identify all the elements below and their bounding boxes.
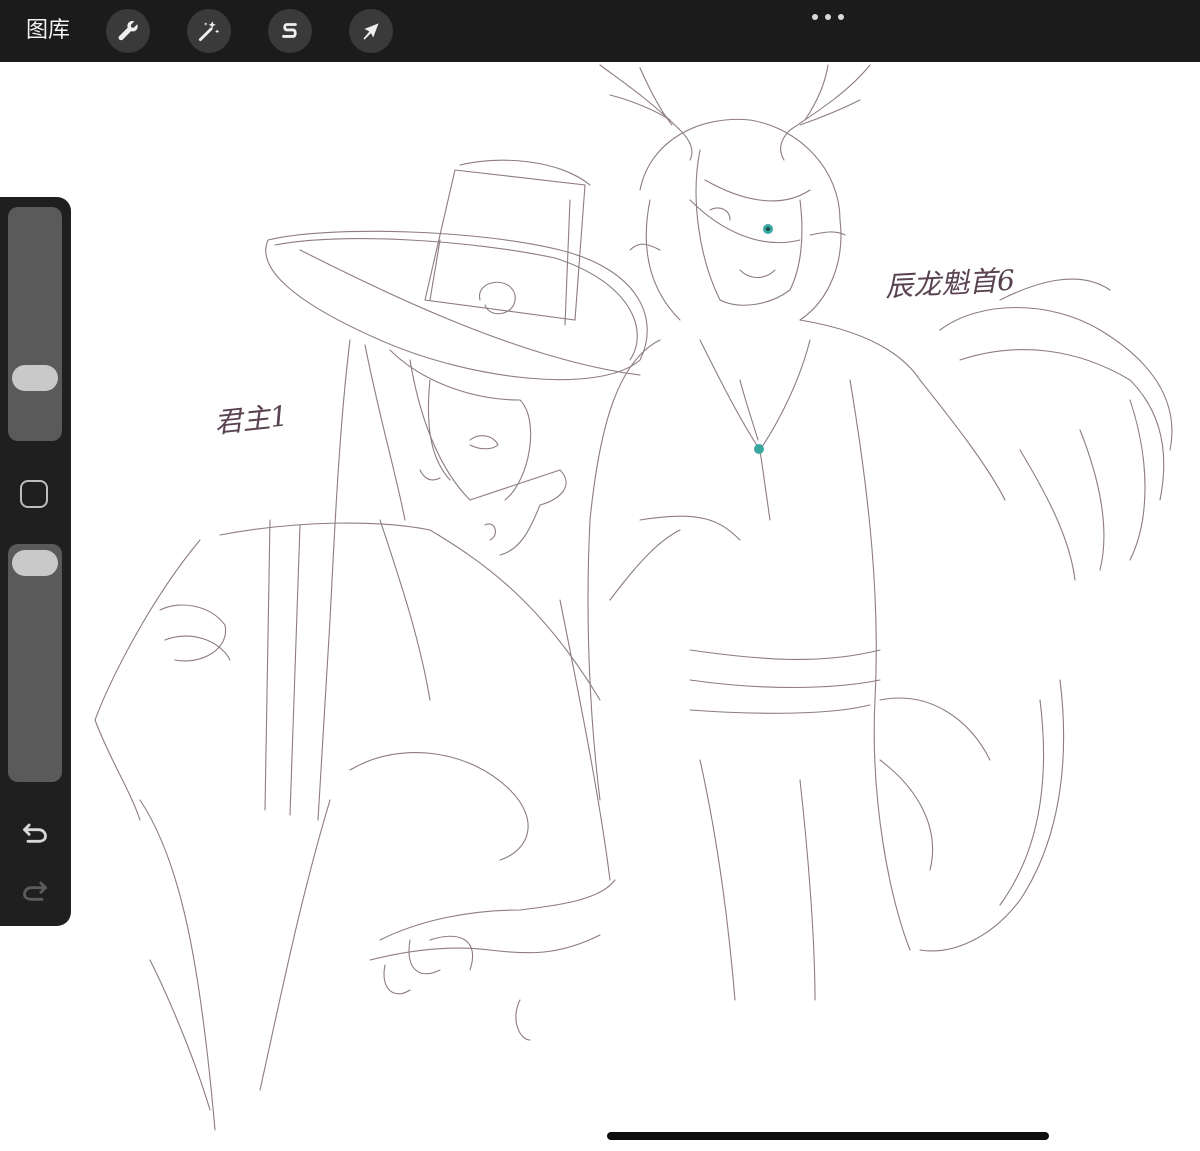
opacity-slider[interactable] <box>8 544 62 782</box>
home-indicator[interactable] <box>607 1132 1049 1140</box>
redo-button[interactable] <box>17 872 53 908</box>
annotation-left: 君主1 <box>212 399 290 440</box>
undo-icon <box>23 823 47 843</box>
sketch-artwork <box>94 64 1173 1131</box>
pendant-gem <box>754 444 764 454</box>
brush-size-slider[interactable] <box>8 207 62 441</box>
annotation-right: 辰龙魁首6 <box>884 263 1016 304</box>
undo-button[interactable] <box>17 814 53 850</box>
redo-icon <box>23 881 47 901</box>
square-modifier-icon[interactable] <box>20 480 48 508</box>
brush-size-thumb[interactable] <box>12 365 58 391</box>
opacity-thumb[interactable] <box>12 550 58 576</box>
left-sidebar <box>0 197 71 926</box>
